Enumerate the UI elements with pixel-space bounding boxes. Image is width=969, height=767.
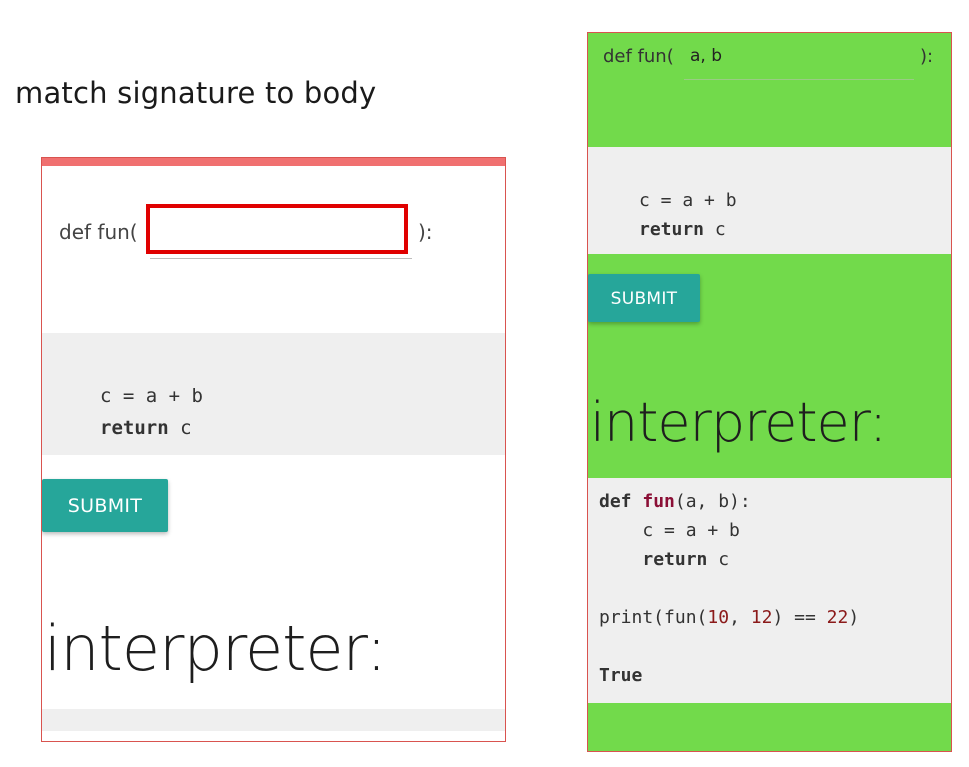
interpreter-heading: interpreter: bbox=[590, 391, 887, 454]
function-body-block: c = a + b return c bbox=[42, 333, 505, 455]
def-keyword: def bbox=[599, 491, 632, 512]
body-line-return: return c bbox=[639, 215, 737, 244]
function-name: fun bbox=[642, 491, 675, 512]
function-params: (a, b): bbox=[674, 491, 751, 512]
params-input[interactable] bbox=[684, 37, 914, 75]
expected-value: 22 bbox=[826, 607, 849, 628]
interpreter-heading: interpreter: bbox=[44, 612, 387, 685]
signature-suffix: ): bbox=[418, 220, 433, 244]
submit-button[interactable]: SUBMIT bbox=[42, 479, 168, 532]
signature-prefix: def fun( bbox=[603, 46, 674, 67]
output-return-line: return c bbox=[599, 545, 859, 574]
interpreter-output-box: def fun(a, b): c = a + b return c print(… bbox=[588, 478, 951, 703]
params-input-focus-frame[interactable] bbox=[146, 204, 408, 254]
params-input[interactable] bbox=[150, 208, 404, 250]
output-print-line: print(fun(10, 12) == 22) bbox=[599, 607, 860, 628]
params-input-underline bbox=[150, 258, 412, 259]
submit-button[interactable]: SUBMIT bbox=[588, 274, 700, 322]
body-line-assign: c = a + b bbox=[639, 190, 737, 211]
return-keyword: return bbox=[639, 219, 705, 240]
output-assign-line: c = a + b bbox=[642, 520, 740, 541]
function-body-block: c = a + b return c bbox=[588, 147, 951, 254]
return-variable: c bbox=[718, 549, 730, 570]
output-result: True bbox=[599, 665, 643, 686]
params-input-underline bbox=[684, 79, 914, 80]
return-keyword: return bbox=[642, 549, 708, 570]
exercise-card-empty: def fun( ): c = a + b return c SUBMIT in… bbox=[41, 157, 506, 742]
page-title: match signature to body bbox=[15, 76, 377, 110]
return-variable: c bbox=[180, 417, 192, 439]
arg-one: 10 bbox=[707, 607, 730, 628]
error-top-bar bbox=[42, 158, 505, 166]
body-line-assign: c = a + b bbox=[100, 385, 203, 407]
return-keyword: return bbox=[100, 417, 169, 439]
interpreter-output-box bbox=[42, 709, 505, 731]
signature-suffix: ): bbox=[920, 46, 934, 67]
signature-prefix: def fun( bbox=[59, 220, 138, 244]
return-variable: c bbox=[714, 219, 726, 240]
exercise-card-solved: def fun( ): c = a + b return c SUBMIT in… bbox=[587, 32, 952, 752]
output-def-line: def fun(a, b): bbox=[599, 487, 859, 516]
body-line-return: return c bbox=[100, 412, 203, 444]
arg-two: 12 bbox=[750, 607, 773, 628]
